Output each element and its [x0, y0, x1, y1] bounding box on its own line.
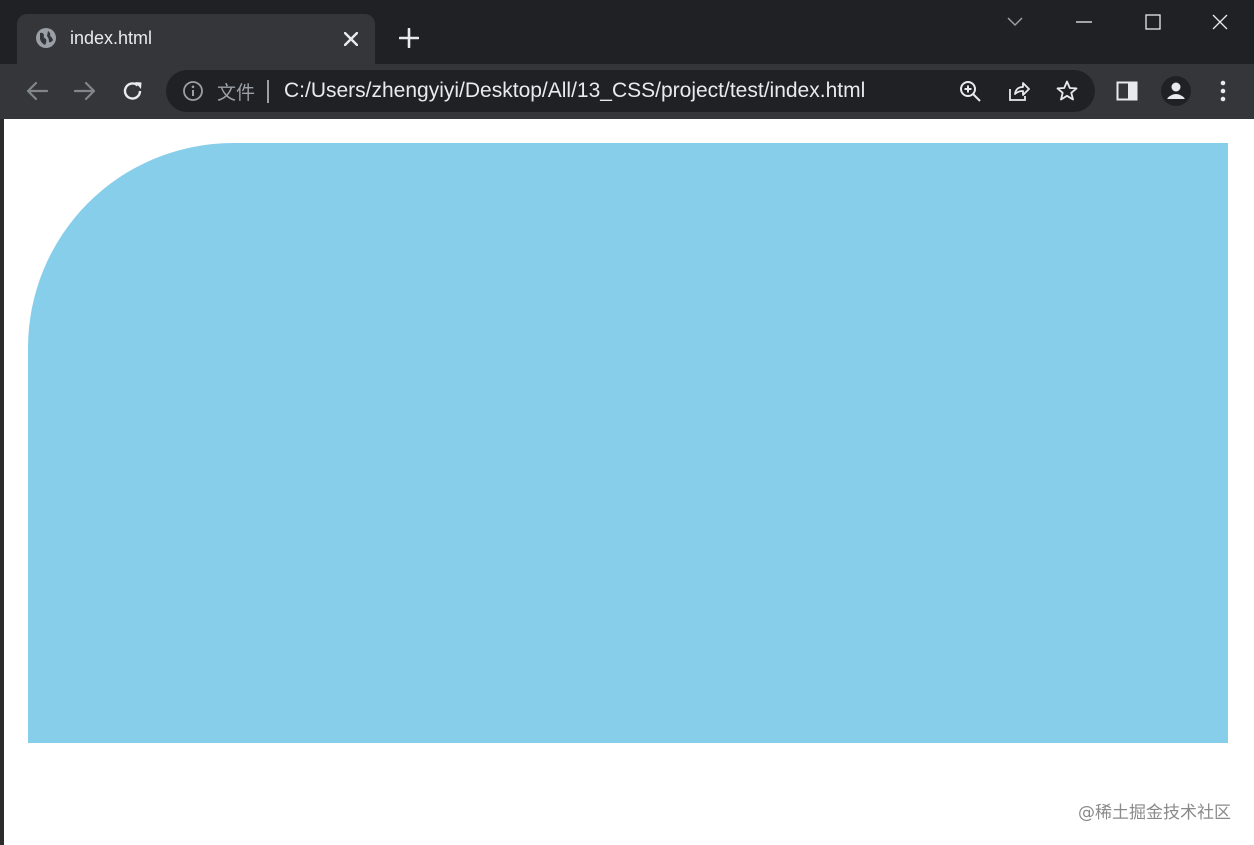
bookmark-star-icon[interactable] [1052, 76, 1082, 106]
globe-icon [35, 27, 57, 49]
menu-kebab-icon[interactable] [1206, 74, 1240, 108]
omnibox-divider [267, 80, 269, 103]
url-text[interactable]: C:/Users/zhengyiyi/Desktop/All/13_CSS/pr… [284, 79, 865, 103]
close-window-icon[interactable] [1186, 0, 1254, 44]
tab-search-icon[interactable] [981, 0, 1049, 44]
back-icon[interactable] [20, 74, 54, 108]
maximize-icon[interactable] [1119, 0, 1187, 44]
tab-title: index.html [70, 28, 153, 48]
info-icon[interactable] [182, 80, 204, 102]
side-panel-icon[interactable] [1110, 74, 1144, 108]
plus-icon[interactable] [393, 22, 425, 54]
zoom-icon[interactable] [955, 76, 985, 106]
rounded-corner-box [28, 143, 1228, 743]
watermark-text: @稀土掘金技术社区 [1078, 803, 1231, 823]
tab-index-html[interactable]: index.html [17, 14, 375, 64]
forward-icon[interactable] [68, 74, 102, 108]
window-left-border [0, 119, 4, 845]
tab-strip: index.html [0, 0, 1254, 64]
browser-chrome: index.html 文件 C:/Users/zhengyiyi/Desktop… [0, 0, 1254, 119]
close-icon[interactable] [339, 27, 363, 51]
security-chip-label: 文件 [217, 82, 256, 104]
minimize-icon[interactable] [1050, 0, 1118, 44]
page-viewport: @稀土掘金技术社区 [0, 119, 1254, 845]
address-bar[interactable]: 文件 C:/Users/zhengyiyi/Desktop/All/13_CSS… [166, 70, 1095, 112]
reload-icon[interactable] [116, 74, 150, 108]
share-icon[interactable] [1004, 76, 1034, 106]
profile-icon[interactable] [1159, 74, 1193, 108]
